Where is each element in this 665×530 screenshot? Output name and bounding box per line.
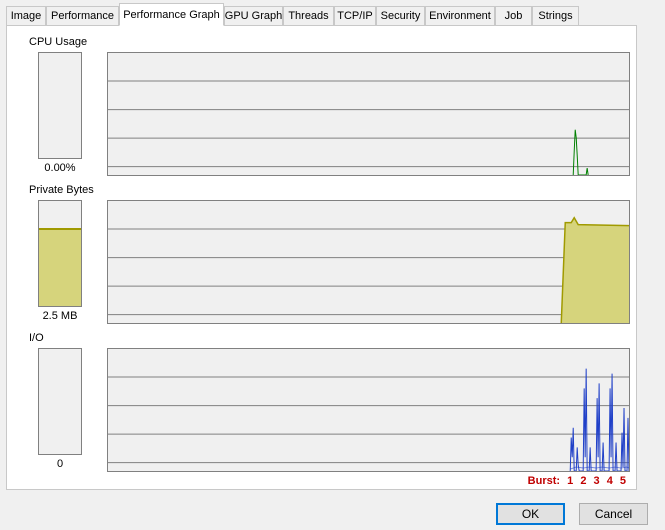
private-bytes-area — [561, 217, 629, 323]
tab-performance-graph[interactable]: Performance Graph — [119, 3, 224, 26]
tab-image[interactable]: Image — [6, 6, 46, 25]
io-graph — [107, 348, 630, 472]
private-bytes-label: Private Bytes — [29, 184, 94, 196]
private-bytes-graph — [107, 200, 630, 324]
burst-number-3: 3 — [593, 475, 600, 487]
burst-number-4: 4 — [606, 475, 613, 487]
tab-threads[interactable]: Threads — [283, 6, 334, 25]
ok-button[interactable]: OK — [496, 503, 565, 525]
burst-legend: Burst: 1 2 3 4 5 — [528, 475, 626, 487]
burst-number-1: 1 — [567, 475, 574, 487]
tab-security[interactable]: Security — [376, 6, 425, 25]
io-meter — [38, 348, 82, 455]
tab-job[interactable]: Job — [495, 6, 532, 25]
private-bytes-meter-fill — [39, 228, 81, 306]
cpu-usage-graph — [107, 52, 630, 176]
tab-tcp-ip[interactable]: TCP/IP — [334, 6, 376, 25]
burst-number-2: 2 — [580, 475, 587, 487]
tab-gpu-graph[interactable]: GPU Graph — [224, 6, 283, 25]
cancel-button[interactable]: Cancel — [579, 503, 648, 525]
private-bytes-meter — [38, 200, 82, 307]
io-line — [569, 368, 629, 471]
cpu-usage-line — [572, 129, 589, 175]
cpu-usage-meter — [38, 52, 82, 159]
tab-environment[interactable]: Environment — [425, 6, 495, 25]
private-bytes-value: 2.5 MB — [42, 310, 78, 322]
cpu-usage-value: 0.00% — [44, 162, 76, 174]
io-label: I/O — [29, 332, 44, 344]
tab-strings[interactable]: Strings — [532, 6, 579, 25]
tab-performance[interactable]: Performance — [46, 6, 119, 25]
burst-number-5: 5 — [619, 475, 626, 487]
cpu-usage-label: CPU Usage — [29, 36, 88, 48]
performance-graph-panel: CPU Usage 0.00% Private Bytes 2.5 MB I/O… — [6, 25, 637, 490]
burst-label: Burst: — [527, 475, 561, 487]
io-value: 0 — [56, 458, 64, 470]
